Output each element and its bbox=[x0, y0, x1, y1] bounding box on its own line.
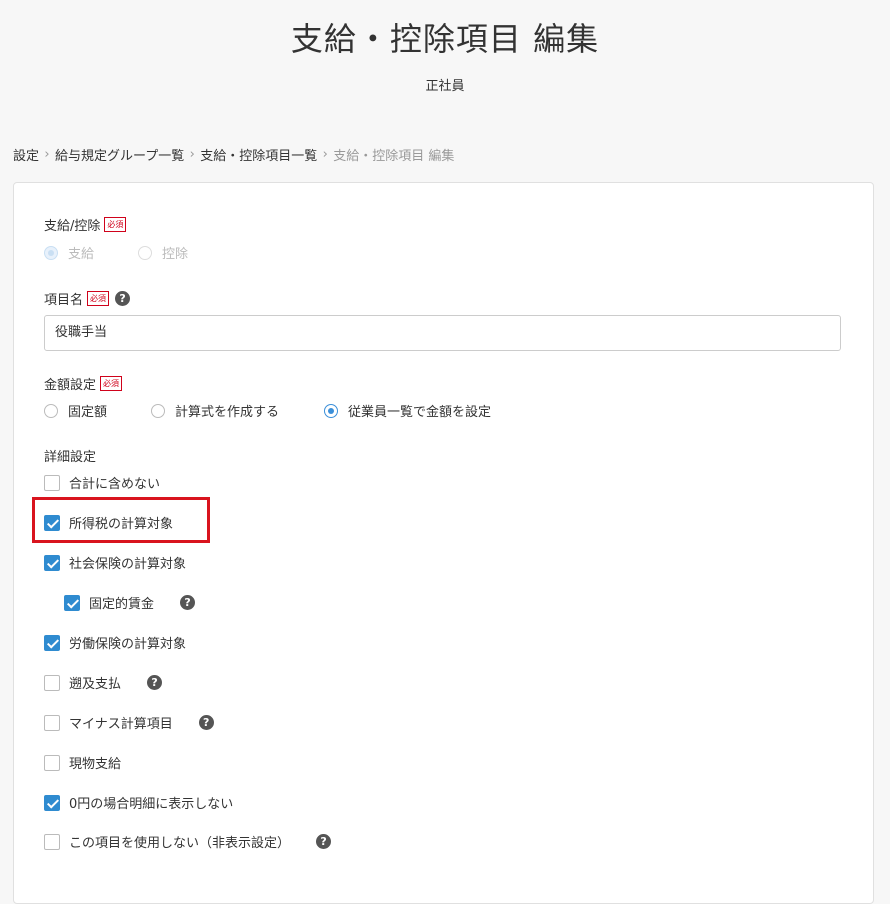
checkbox-exclude-total[interactable]: 合計に含めない bbox=[44, 473, 160, 492]
breadcrumb-settings[interactable]: 設定 bbox=[13, 145, 39, 164]
name-field-label: 項目名 必須 ? bbox=[44, 289, 131, 308]
page-title: 支給・控除項目 編集 bbox=[290, 20, 600, 58]
help-icon[interactable]: ? bbox=[198, 715, 214, 730]
radio-payment-label: 支給 bbox=[68, 247, 95, 262]
checkbox-disable-item-label: この項目を使用しない（非表示設定） bbox=[69, 836, 291, 851]
checkbox-exclude-total-label: 合計に含めない bbox=[69, 477, 161, 492]
chevron-right-icon: › bbox=[322, 147, 328, 162]
checkbox-in-kind[interactable]: 現物支給 bbox=[44, 753, 121, 772]
checkbox-fixed-wage-label: 固定的賃金 bbox=[89, 597, 155, 612]
checkbox-minus-calc-label: マイナス計算項目 bbox=[69, 717, 173, 732]
amount-radio-group: 固定額 計算式を作成する 従業員一覧で金額を設定 bbox=[44, 401, 491, 420]
radio-employee-list-indicator[interactable] bbox=[324, 403, 339, 418]
radio-formula-indicator[interactable] bbox=[151, 403, 166, 418]
chevron-right-icon: › bbox=[44, 147, 50, 162]
amount-label: 金額設定 bbox=[44, 378, 97, 393]
checkbox-hide-zero-label: 0円の場合明細に表示しない bbox=[69, 797, 234, 812]
checkbox-exclude-total-box[interactable] bbox=[44, 474, 60, 491]
checkbox-in-kind-label: 現物支給 bbox=[69, 757, 122, 772]
radio-deduction-indicator[interactable] bbox=[138, 245, 153, 260]
radio-employee-list[interactable]: 従業員一覧で金額を設定 bbox=[324, 401, 491, 420]
radio-employee-list-label: 従業員一覧で金額を設定 bbox=[348, 405, 492, 420]
type-label: 支給/控除 bbox=[44, 219, 101, 234]
checkbox-in-kind-box[interactable] bbox=[44, 754, 60, 771]
breadcrumb-item-list[interactable]: 支給・控除項目一覧 bbox=[200, 145, 317, 164]
item-name-input[interactable]: 役職手当 bbox=[44, 315, 841, 351]
radio-payment[interactable]: 支給 bbox=[44, 243, 94, 262]
checkbox-social-insurance[interactable]: 社会保険の計算対象 bbox=[44, 553, 186, 572]
required-badge: 必須 bbox=[87, 291, 110, 306]
breadcrumb: 設定 › 給与規定グループ一覧 › 支給・控除項目一覧 › 支給・控除項目 編集 bbox=[13, 145, 454, 164]
radio-fixed-amount-indicator[interactable] bbox=[44, 403, 58, 418]
form-card: 支給/控除 必須 支給 控除 項目名 必須 ? 役職手当 金額設定 必須 固定額… bbox=[13, 182, 874, 904]
page-subtitle: 正社員 bbox=[425, 79, 465, 94]
checkbox-disable-item-box[interactable] bbox=[44, 833, 60, 850]
checkbox-social-insurance-label: 社会保険の計算対象 bbox=[69, 557, 187, 572]
checkbox-retroactive-box[interactable] bbox=[44, 674, 60, 691]
checkbox-fixed-wage-box[interactable] bbox=[64, 594, 80, 611]
help-icon[interactable]: ? bbox=[316, 834, 332, 849]
help-icon[interactable]: ? bbox=[180, 595, 196, 610]
checkbox-retroactive[interactable]: 遡及支払 ? bbox=[44, 673, 163, 692]
highlight-box bbox=[32, 497, 210, 543]
radio-formula[interactable]: 計算式を作成する bbox=[151, 401, 279, 420]
radio-deduction[interactable]: 控除 bbox=[138, 243, 188, 262]
checkbox-hide-zero[interactable]: 0円の場合明細に表示しない bbox=[44, 793, 233, 812]
details-label: 詳細設定 bbox=[44, 450, 97, 465]
checkbox-hide-zero-box[interactable] bbox=[44, 794, 60, 811]
checkbox-fixed-wage[interactable]: 固定的賃金 ? bbox=[64, 593, 196, 612]
checkbox-labor-insurance-box[interactable] bbox=[44, 634, 60, 651]
checkbox-minus-calc[interactable]: マイナス計算項目 ? bbox=[44, 713, 214, 732]
radio-fixed-amount[interactable]: 固定額 bbox=[44, 401, 107, 420]
checkbox-social-insurance-box[interactable] bbox=[44, 554, 60, 571]
chevron-right-icon: › bbox=[189, 147, 195, 162]
radio-payment-indicator[interactable] bbox=[44, 245, 58, 260]
required-badge: 必須 bbox=[100, 376, 123, 391]
name-label: 項目名 bbox=[44, 293, 84, 308]
checkbox-labor-insurance[interactable]: 労働保険の計算対象 bbox=[44, 633, 186, 652]
type-radio-group: 支給 控除 bbox=[44, 243, 188, 262]
breadcrumb-current: 支給・控除項目 編集 bbox=[333, 149, 455, 164]
radio-formula-label: 計算式を作成する bbox=[175, 405, 280, 420]
type-field-label: 支給/控除 必須 bbox=[44, 215, 127, 234]
required-badge: 必須 bbox=[104, 217, 127, 232]
radio-deduction-label: 控除 bbox=[162, 247, 189, 262]
checkbox-labor-insurance-label: 労働保険の計算対象 bbox=[69, 637, 187, 652]
checkbox-disable-item[interactable]: この項目を使用しない（非表示設定） ? bbox=[44, 832, 332, 851]
amount-field-label: 金額設定 必須 bbox=[44, 374, 123, 393]
breadcrumb-payroll-group-list[interactable]: 給与規定グループ一覧 bbox=[55, 145, 184, 164]
radio-fixed-amount-label: 固定額 bbox=[68, 405, 108, 420]
checkbox-retroactive-label: 遡及支払 bbox=[69, 677, 122, 692]
help-icon[interactable]: ? bbox=[115, 291, 131, 306]
help-icon[interactable]: ? bbox=[147, 675, 163, 690]
checkbox-minus-calc-box[interactable] bbox=[44, 714, 60, 731]
